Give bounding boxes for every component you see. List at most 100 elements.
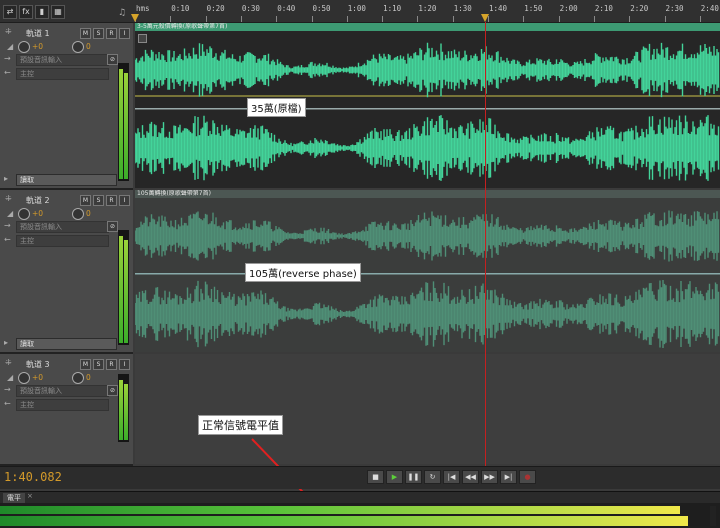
track-grip-icon[interactable]: ⁜ (5, 358, 12, 367)
monitor-button[interactable]: I (119, 195, 130, 206)
ruler-tick-mark (311, 16, 313, 22)
track-header-3[interactable]: ⁜ 軌道 3 M S R I ◢ +0 0 → 預設音訊輸入 ⊘ ← 主控 (0, 354, 133, 466)
clip-track-1[interactable]: 3-5萬元殺價轉換(原歌聲帶第7首) 35萬(原檔) (135, 23, 720, 188)
solo-button[interactable]: S (93, 195, 104, 206)
playhead-line[interactable] (485, 22, 486, 466)
waveform-track-1 (135, 42, 720, 181)
output-arrow-icon: ← (4, 399, 11, 408)
mute-button[interactable]: M (80, 195, 91, 206)
pan-value[interactable]: 0 (86, 42, 91, 51)
switch-icon[interactable]: ⇄ (3, 5, 17, 19)
pan-value[interactable]: 0 (86, 209, 91, 218)
pan-value[interactable]: 0 (86, 373, 91, 382)
rewind-button[interactable]: ◀◀ (462, 470, 479, 484)
fx-icon[interactable]: fx (19, 5, 33, 19)
pan-knob[interactable] (72, 208, 84, 220)
ruler-tick-label: 2:20 (630, 4, 649, 13)
ruler-tick-label: hms (136, 4, 150, 13)
grid-icon[interactable]: ▦ (51, 5, 65, 19)
solo-button[interactable]: S (93, 359, 104, 370)
ruler-tick-label: 0:40 (277, 4, 296, 13)
to-end-button[interactable]: ▶| (500, 470, 517, 484)
waveform-path (135, 42, 720, 98)
arm-record-button[interactable]: R (106, 28, 117, 39)
clip-label-1: 35萬(原檔) (247, 98, 306, 117)
input-arrow-icon: → (4, 221, 11, 230)
headphones-icon[interactable]: ♫ (118, 8, 126, 18)
track-name[interactable]: 軌道 1 (26, 28, 50, 39)
arm-record-button[interactable]: R (106, 359, 117, 370)
clip-track-3[interactable] (135, 354, 720, 464)
track-name[interactable]: 軌道 3 (26, 359, 50, 370)
forward-button[interactable]: ▶▶ (481, 470, 498, 484)
volume-value[interactable]: +0 (32, 209, 43, 218)
volume-icon: ◢ (7, 42, 14, 51)
input-select[interactable]: 預設音訊輸入 (16, 221, 109, 233)
solo-button[interactable]: S (93, 28, 104, 39)
track-header-2[interactable]: ⁜ 軌道 2 M S R I ◢ +0 0 → 預設音訊輸入 ⊘ ← 主控 ▸ 讀… (0, 190, 133, 354)
ruler-tick-label: 0:30 (241, 4, 260, 13)
waveform-path (135, 280, 720, 348)
ruler-tick-label: 1:20 (418, 4, 437, 13)
ruler-tick-mark (240, 16, 242, 22)
input-arrow-icon: → (4, 54, 11, 63)
play-button[interactable]: ▶ (386, 470, 403, 484)
output-select[interactable]: 主控 (16, 235, 109, 247)
track-grip-icon[interactable]: ⁜ (5, 194, 12, 203)
start-marker[interactable] (131, 14, 139, 22)
channel-divider (135, 108, 720, 110)
output-select[interactable]: 主控 (16, 68, 109, 80)
pan-knob[interactable] (72, 372, 84, 384)
bars-icon[interactable]: ▮ (35, 5, 49, 19)
monitor-button[interactable]: I (119, 359, 130, 370)
fx-toggle-button[interactable]: ⊘ (107, 54, 118, 65)
ruler-tick-mark (346, 16, 348, 22)
automation-mode-select[interactable]: 讀取 (16, 174, 117, 186)
mute-button[interactable]: M (80, 28, 91, 39)
mute-button[interactable]: M (80, 359, 91, 370)
pan-knob[interactable] (72, 41, 84, 53)
ruler-tick-mark (170, 16, 172, 22)
input-select[interactable]: 預設音訊輸入 (16, 385, 109, 397)
input-select[interactable]: 預設音訊輸入 (16, 54, 109, 66)
level-bar-left (0, 506, 680, 514)
monitor-button[interactable]: I (119, 28, 130, 39)
output-select[interactable]: 主控 (16, 399, 109, 411)
ruler-tick-label: 2:30 (665, 4, 684, 13)
clip-track-2[interactable]: 105萬轉換(原歌聲帶第7首) 105萬(reverse phase) (135, 190, 720, 352)
time-display: 1:40.082 (4, 470, 62, 484)
pause-button[interactable]: ❚❚ (405, 470, 422, 484)
loop-button[interactable]: ↻ (424, 470, 441, 484)
volume-knob[interactable] (18, 372, 30, 384)
expand-icon[interactable]: ▸ (4, 174, 8, 183)
output-arrow-icon: ← (4, 68, 11, 77)
ruler-tick-mark (382, 16, 384, 22)
close-icon[interactable]: × (27, 492, 33, 500)
volume-knob[interactable] (18, 41, 30, 53)
level-bar-right (0, 516, 688, 526)
volume-value[interactable]: +0 (32, 42, 43, 51)
automation-mode-select[interactable]: 讀取 (16, 338, 117, 350)
volume-knob[interactable] (18, 208, 30, 220)
ruler-tick-mark (664, 16, 666, 22)
track-header-1[interactable]: ⁜ 軌道 1 M S R I ◢ +0 0 → 預設音訊輸入 ⊘ ← 主控 ▸ 讀… (0, 23, 133, 190)
track-grip-icon[interactable]: ⁜ (5, 27, 12, 36)
track-name[interactable]: 軌道 2 (26, 195, 50, 206)
clip-label-2: 105萬(reverse phase) (245, 263, 361, 282)
arm-record-button[interactable]: R (106, 195, 117, 206)
expand-icon[interactable]: ▸ (4, 338, 8, 347)
timeline-ruler[interactable]: ⇄ fx ▮ ▦ ♫ hms 0:10 0:20 0:30 0:40 0:50 1:00 1:… (0, 0, 720, 23)
playhead-marker[interactable] (481, 14, 489, 22)
output-arrow-icon: ← (4, 235, 11, 244)
fx-toggle-button[interactable]: ⊘ (107, 221, 118, 232)
fx-toggle-button[interactable]: ⊘ (107, 385, 118, 396)
ruler-tick-label: 1:30 (453, 4, 472, 13)
to-start-button[interactable]: |◀ (443, 470, 460, 484)
ruler-tick-label: 1:40 (489, 4, 508, 13)
volume-value[interactable]: +0 (32, 373, 43, 382)
track-level-meter (118, 374, 129, 442)
record-button[interactable]: ● (519, 470, 536, 484)
ruler-tick-label: 0:10 (171, 4, 190, 13)
volume-icon: ◢ (7, 209, 14, 218)
stop-button[interactable]: ■ (367, 470, 384, 484)
